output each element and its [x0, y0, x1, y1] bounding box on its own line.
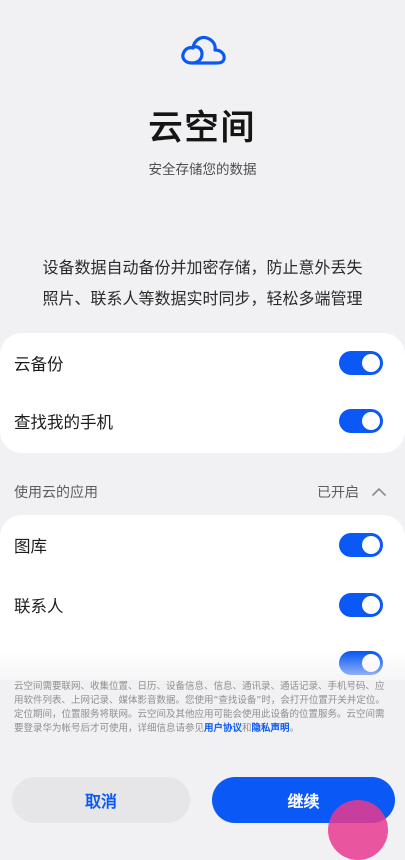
setting-row-cloud-backup[interactable]: 云备份 — [14, 343, 383, 383]
toggle-knob — [362, 412, 380, 430]
cloud-backup-toggle[interactable] — [339, 351, 383, 375]
setting-label: 查找我的手机 — [14, 413, 113, 432]
chevron-up-icon[interactable] — [371, 487, 387, 497]
notice-end: 。 — [289, 723, 300, 734]
page-subtitle: 安全存储您的数据 — [148, 162, 257, 178]
toggle-knob — [362, 354, 380, 372]
main-settings-card: 云备份 查找我的手机 — [0, 333, 405, 453]
description-line-1: 设备数据自动备份并加密存储，防止意外丢失 — [42, 258, 363, 277]
page-title: 云空间 — [148, 108, 257, 148]
description-line-2: 照片、联系人等数据实时同步，轻松多端管理 — [42, 289, 363, 308]
privacy-notice: 云空间需要联网、收集位置、日历、设备信息、信息、通讯录、通话记录、手机号码、应用… — [0, 680, 405, 760]
apps-section-status: 已开启 — [317, 485, 359, 501]
toggle-knob — [362, 596, 380, 614]
apps-section-header[interactable]: 使用云的应用 已开启 — [14, 478, 387, 506]
contacts-toggle[interactable] — [339, 593, 383, 617]
app-row-contacts[interactable]: 联系人 — [14, 585, 383, 625]
cloud-logo — [0, 32, 405, 68]
toggle-knob — [362, 536, 380, 554]
gallery-toggle[interactable] — [339, 533, 383, 557]
touch-indicator — [328, 800, 388, 860]
cancel-button[interactable]: 取消 — [12, 777, 190, 823]
app-label: 联系人 — [14, 597, 64, 616]
cloud-icon — [180, 35, 226, 65]
user-agreement-link[interactable]: 用户协议 — [204, 723, 242, 734]
notice-connector: 和 — [242, 723, 252, 734]
app-label: 图库 — [14, 537, 47, 556]
setting-label: 云备份 — [14, 355, 64, 374]
description: 设备数据自动备份并加密存储，防止意外丢失 照片、联系人等数据实时同步，轻松多端管… — [18, 252, 387, 314]
apps-section-title: 使用云的应用 — [14, 485, 98, 501]
notice-text: 云空间需要联网、收集位置、日历、设备信息、信息、通讯录、通话记录、手机号码、应用… — [14, 681, 385, 734]
privacy-statement-link[interactable]: 隐私声明 — [252, 723, 290, 734]
find-phone-toggle[interactable] — [339, 409, 383, 433]
app-row-gallery[interactable]: 图库 — [14, 525, 383, 565]
setting-row-find-phone[interactable]: 查找我的手机 — [14, 401, 383, 441]
